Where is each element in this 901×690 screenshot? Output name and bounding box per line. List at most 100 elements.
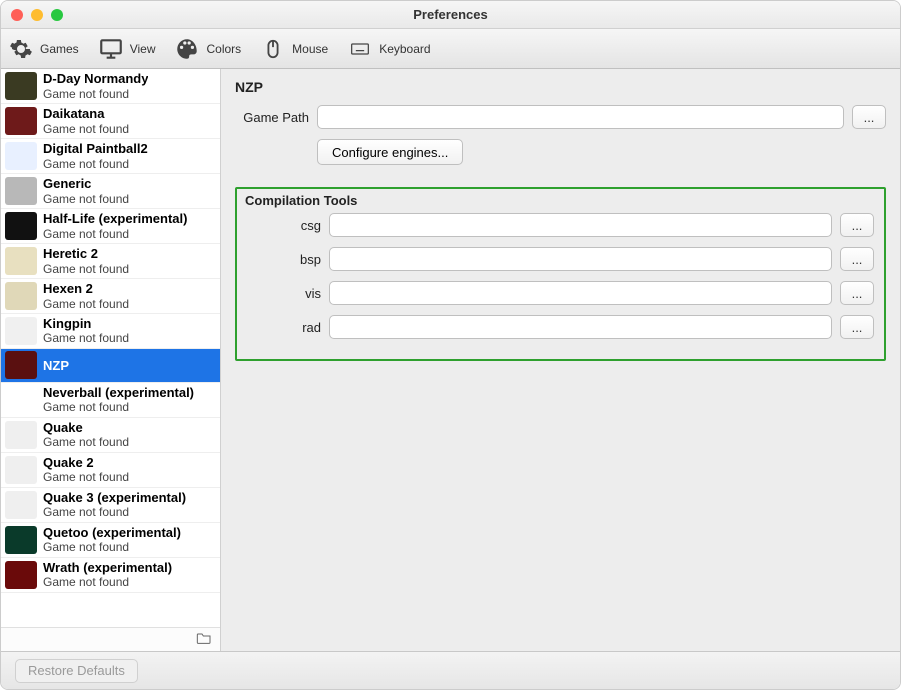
game-icon	[5, 561, 37, 589]
game-item[interactable]: Quake 3 (experimental)Game not found	[1, 488, 220, 523]
restore-defaults-button[interactable]: Restore Defaults	[15, 659, 138, 683]
csg-browse-button[interactable]: ...	[840, 213, 874, 237]
game-item[interactable]: Quake 2Game not found	[1, 453, 220, 488]
sidebar-footer	[1, 627, 220, 651]
game-item[interactable]: Quetoo (experimental)Game not found	[1, 523, 220, 558]
game-name: Daikatana	[43, 106, 129, 122]
game-icon	[5, 351, 37, 379]
palette-icon	[173, 35, 201, 63]
game-path-browse-button[interactable]: ...	[852, 105, 886, 129]
folder-icon[interactable]	[196, 631, 212, 648]
bsp-input[interactable]	[329, 247, 832, 271]
game-name: Quake	[43, 420, 129, 436]
game-item[interactable]: GenericGame not found	[1, 174, 220, 209]
game-status: Game not found	[43, 505, 186, 519]
game-item[interactable]: Hexen 2Game not found	[1, 279, 220, 314]
compilation-tools-heading: Compilation Tools	[245, 193, 357, 208]
game-icon	[5, 491, 37, 519]
game-item[interactable]: NZP	[1, 349, 220, 383]
toolbar-colors-label: Colors	[206, 42, 241, 56]
game-item[interactable]: Heretic 2Game not found	[1, 244, 220, 279]
game-item[interactable]: DaikatanaGame not found	[1, 104, 220, 139]
game-path-label: Game Path	[235, 110, 309, 125]
game-icon	[5, 282, 37, 310]
game-name: Quake 2	[43, 455, 129, 471]
game-status: Game not found	[43, 122, 129, 136]
game-name: D-Day Normandy	[43, 71, 148, 87]
game-name: Kingpin	[43, 316, 129, 332]
game-icon	[5, 317, 37, 345]
toolbar-colors[interactable]: Colors	[173, 35, 241, 63]
sidebar: D-Day NormandyGame not foundDaikatanaGam…	[1, 69, 221, 651]
close-window-button[interactable]	[11, 9, 23, 21]
toolbar-mouse-label: Mouse	[292, 42, 328, 56]
game-icon	[5, 247, 37, 275]
toolbar-view[interactable]: View	[97, 35, 156, 63]
game-name: Generic	[43, 176, 129, 192]
rad-label: rad	[247, 320, 321, 335]
game-name: Wrath (experimental)	[43, 560, 172, 576]
configure-engines-button[interactable]: Configure engines...	[317, 139, 463, 165]
toolbar-keyboard[interactable]: Keyboard	[346, 35, 430, 63]
game-name: NZP	[43, 358, 69, 374]
keyboard-icon	[346, 35, 374, 63]
csg-label: csg	[247, 218, 321, 233]
rad-input[interactable]	[329, 315, 832, 339]
game-path-input[interactable]	[317, 105, 844, 129]
mouse-icon	[259, 35, 287, 63]
toolbar-games-label: Games	[40, 42, 79, 56]
game-item[interactable]: Wrath (experimental)Game not found	[1, 558, 220, 593]
titlebar: Preferences	[1, 1, 900, 29]
game-item[interactable]: Half-Life (experimental)Game not found	[1, 209, 220, 244]
game-status: Game not found	[43, 262, 129, 276]
game-name: Half-Life (experimental)	[43, 211, 187, 227]
game-icon	[5, 177, 37, 205]
game-item[interactable]: KingpinGame not found	[1, 314, 220, 349]
game-status: Game not found	[43, 227, 187, 241]
game-status: Game not found	[43, 192, 129, 206]
game-item[interactable]: Digital Paintball2Game not found	[1, 139, 220, 174]
gear-icon	[7, 35, 35, 63]
game-name: Neverball (experimental)	[43, 385, 194, 401]
zoom-window-button[interactable]	[51, 9, 63, 21]
game-icon	[5, 526, 37, 554]
toolbar-mouse[interactable]: Mouse	[259, 35, 328, 63]
game-status: Game not found	[43, 400, 194, 414]
toolbar: Games View Colors Mouse Keyboard	[1, 29, 900, 69]
game-icon	[5, 421, 37, 449]
game-status: Game not found	[43, 540, 181, 554]
monitor-icon	[97, 35, 125, 63]
game-icon	[5, 72, 37, 100]
vis-input[interactable]	[329, 281, 832, 305]
toolbar-games[interactable]: Games	[7, 35, 79, 63]
game-item[interactable]: Neverball (experimental)Game not found	[1, 383, 220, 418]
game-icon	[5, 107, 37, 135]
bsp-browse-button[interactable]: ...	[840, 247, 874, 271]
game-item[interactable]: QuakeGame not found	[1, 418, 220, 453]
game-status: Game not found	[43, 297, 129, 311]
bottom-bar: Restore Defaults	[1, 651, 900, 689]
game-name: Quake 3 (experimental)	[43, 490, 186, 506]
game-status: Game not found	[43, 87, 148, 101]
game-list[interactable]: D-Day NormandyGame not foundDaikatanaGam…	[1, 69, 220, 627]
game-status: Game not found	[43, 331, 129, 345]
vis-label: vis	[247, 286, 321, 301]
bsp-label: bsp	[247, 252, 321, 267]
game-icon	[5, 142, 37, 170]
rad-browse-button[interactable]: ...	[840, 315, 874, 339]
minimize-window-button[interactable]	[31, 9, 43, 21]
game-status: Game not found	[43, 435, 129, 449]
game-name: Heretic 2	[43, 246, 129, 262]
game-name: Quetoo (experimental)	[43, 525, 181, 541]
csg-input[interactable]	[329, 213, 832, 237]
game-name: Hexen 2	[43, 281, 129, 297]
game-item[interactable]: D-Day NormandyGame not found	[1, 69, 220, 104]
window-title: Preferences	[1, 7, 900, 22]
main-panel: NZP Game Path ... Configure engines... C…	[221, 69, 900, 651]
compilation-tools-group: Compilation Tools csg ... bsp ... vis ..…	[235, 187, 886, 361]
game-icon	[5, 456, 37, 484]
game-icon	[5, 212, 37, 240]
game-status: Game not found	[43, 157, 148, 171]
toolbar-view-label: View	[130, 42, 156, 56]
vis-browse-button[interactable]: ...	[840, 281, 874, 305]
